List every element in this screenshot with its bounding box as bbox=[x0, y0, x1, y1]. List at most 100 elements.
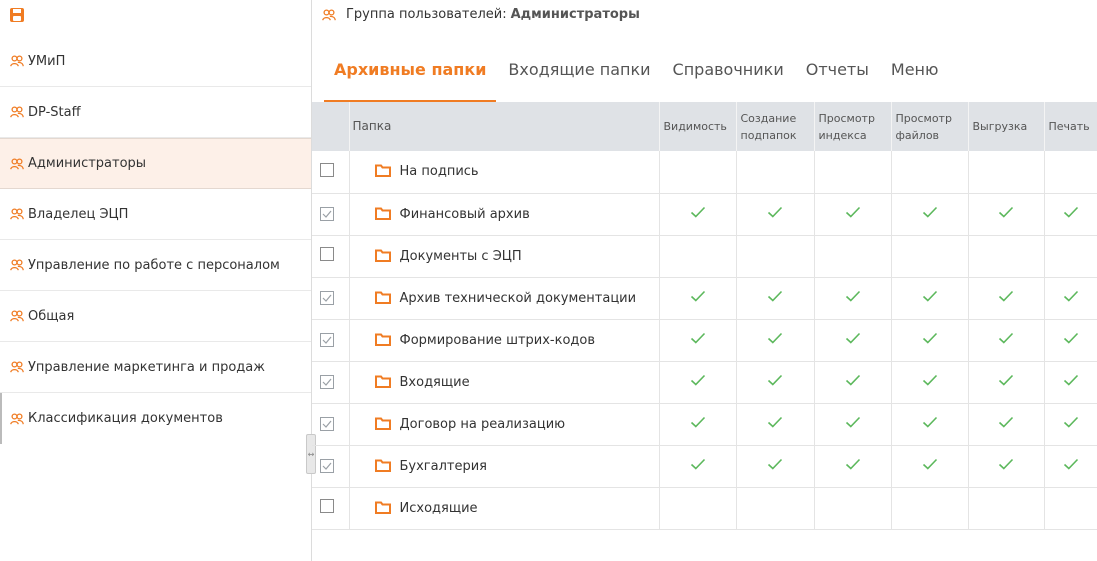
group-item-eds-owner[interactable]: Владелец ЭЦП bbox=[0, 189, 311, 240]
group-item-dp-staff[interactable]: DP-Staff bbox=[0, 87, 311, 138]
permission-cell-create-subfolders[interactable] bbox=[736, 151, 815, 194]
tab-incoming-folders[interactable]: Входящие папки bbox=[508, 58, 650, 102]
column-view-index[interactable]: Просмотр индекса bbox=[814, 102, 892, 151]
table-row[interactable]: Исходящие bbox=[312, 487, 1097, 530]
permission-cell-visibility[interactable] bbox=[659, 445, 737, 488]
permission-cell-export[interactable] bbox=[968, 277, 1045, 320]
permission-cell-export[interactable] bbox=[968, 487, 1045, 530]
permission-cell-create-subfolders[interactable] bbox=[736, 235, 815, 278]
row-checkbox[interactable] bbox=[320, 162, 334, 177]
permission-cell-view-index[interactable] bbox=[814, 193, 892, 236]
permission-cell-export[interactable] bbox=[968, 193, 1045, 236]
group-item-umip[interactable]: УМиП bbox=[0, 36, 311, 87]
permission-cell-print[interactable] bbox=[1044, 277, 1097, 320]
table-row[interactable]: Входящие bbox=[312, 361, 1097, 404]
save-icon[interactable] bbox=[9, 7, 25, 23]
column-export[interactable]: Выгрузка bbox=[968, 102, 1045, 151]
permission-cell-view-index[interactable] bbox=[814, 361, 892, 404]
permission-cell-view-files[interactable] bbox=[891, 319, 969, 362]
permission-cell-print[interactable] bbox=[1044, 319, 1097, 362]
permission-cell-visibility[interactable] bbox=[659, 403, 737, 446]
permission-cell-export[interactable] bbox=[968, 151, 1045, 194]
permission-cell-create-subfolders[interactable] bbox=[736, 487, 815, 530]
tab-archive-folders[interactable]: Архивные папки bbox=[323, 58, 497, 102]
permission-cell-view-index[interactable] bbox=[814, 487, 892, 530]
permission-cell-visibility[interactable] bbox=[659, 277, 737, 320]
permission-cell-create-subfolders[interactable] bbox=[736, 193, 815, 236]
tab-reports[interactable]: Отчеты bbox=[806, 58, 869, 102]
permission-cell-create-subfolders[interactable] bbox=[736, 361, 815, 404]
permission-cell-create-subfolders[interactable] bbox=[736, 403, 815, 446]
permission-cell-export[interactable] bbox=[968, 235, 1045, 278]
permission-cell-print[interactable] bbox=[1044, 235, 1097, 278]
table-row[interactable]: Документы с ЭЦП bbox=[312, 235, 1097, 278]
row-checkbox[interactable] bbox=[320, 290, 334, 305]
column-visibility[interactable]: Видимость bbox=[659, 102, 737, 151]
folder-cell: Формирование штрих-кодов bbox=[349, 319, 660, 362]
table-row[interactable]: Бухгалтерия bbox=[312, 445, 1097, 488]
permission-cell-export[interactable] bbox=[968, 319, 1045, 362]
permission-cell-visibility[interactable] bbox=[659, 193, 737, 236]
permission-cell-print[interactable] bbox=[1044, 445, 1097, 488]
tab-directories[interactable]: Справочники bbox=[673, 58, 784, 102]
permission-cell-visibility[interactable] bbox=[659, 487, 737, 530]
table-row[interactable]: Архив технической документации bbox=[312, 277, 1097, 320]
permission-cell-view-index[interactable] bbox=[814, 445, 892, 488]
permission-cell-visibility[interactable] bbox=[659, 319, 737, 362]
permission-cell-view-files[interactable] bbox=[891, 487, 969, 530]
permission-cell-print[interactable] bbox=[1044, 403, 1097, 446]
table-row[interactable]: Договор на реализацию bbox=[312, 403, 1097, 446]
check-icon bbox=[690, 332, 706, 344]
permission-cell-export[interactable] bbox=[968, 403, 1045, 446]
group-item-label: Классификация документов bbox=[28, 411, 223, 426]
permission-cell-export[interactable] bbox=[968, 445, 1045, 488]
permission-cell-view-index[interactable] bbox=[814, 277, 892, 320]
permission-cell-view-index[interactable] bbox=[814, 235, 892, 278]
permission-cell-view-files[interactable] bbox=[891, 235, 969, 278]
column-create-subfolders[interactable]: Создание подпапок bbox=[736, 102, 815, 151]
permission-cell-print[interactable] bbox=[1044, 487, 1097, 530]
permission-cell-view-files[interactable] bbox=[891, 193, 969, 236]
permission-cell-view-files[interactable] bbox=[891, 361, 969, 404]
permission-cell-view-files[interactable] bbox=[891, 403, 969, 446]
row-select-cell bbox=[312, 445, 350, 488]
group-item-hr[interactable]: Управление по работе с персоналом bbox=[0, 240, 311, 291]
group-item-doc-classification[interactable]: Классификация документов bbox=[0, 393, 311, 444]
permission-cell-view-files[interactable] bbox=[891, 277, 969, 320]
row-select-cell bbox=[312, 277, 350, 320]
row-checkbox[interactable] bbox=[320, 247, 334, 261]
permission-cell-create-subfolders[interactable] bbox=[736, 445, 815, 488]
permission-cell-print[interactable] bbox=[1044, 193, 1097, 236]
permission-cell-view-files[interactable] bbox=[891, 151, 969, 194]
permission-cell-view-index[interactable] bbox=[814, 151, 892, 194]
group-item-general[interactable]: Общая bbox=[0, 291, 311, 342]
permission-cell-print[interactable] bbox=[1044, 151, 1097, 194]
table-row[interactable]: Финансовый архив bbox=[312, 193, 1097, 236]
permission-cell-view-index[interactable] bbox=[814, 319, 892, 362]
permission-cell-view-files[interactable] bbox=[891, 445, 969, 488]
row-checkbox[interactable] bbox=[320, 374, 334, 389]
row-checkbox[interactable] bbox=[320, 499, 334, 513]
row-checkbox[interactable] bbox=[320, 332, 334, 347]
column-view-files[interactable]: Просмотр файлов bbox=[891, 102, 969, 151]
tab-menu[interactable]: Меню bbox=[891, 58, 939, 102]
permission-cell-visibility[interactable] bbox=[659, 361, 737, 404]
permission-cell-create-subfolders[interactable] bbox=[736, 319, 815, 362]
permission-cell-print[interactable] bbox=[1044, 361, 1097, 404]
row-checkbox[interactable] bbox=[320, 206, 334, 221]
column-folder[interactable]: Папка bbox=[349, 102, 660, 151]
table-row[interactable]: Формирование штрих-кодов bbox=[312, 319, 1097, 362]
permission-cell-create-subfolders[interactable] bbox=[736, 277, 815, 320]
permission-cell-view-index[interactable] bbox=[814, 403, 892, 446]
permission-cell-export[interactable] bbox=[968, 361, 1045, 404]
permission-cell-visibility[interactable] bbox=[659, 151, 737, 194]
row-checkbox[interactable] bbox=[320, 458, 334, 473]
permission-cell-visibility[interactable] bbox=[659, 235, 737, 278]
column-print[interactable]: Печать bbox=[1044, 102, 1097, 151]
table-row[interactable]: На подпись bbox=[312, 151, 1097, 194]
check-icon bbox=[922, 458, 938, 470]
group-item-administrators[interactable]: Администраторы bbox=[0, 138, 311, 189]
row-checkbox[interactable] bbox=[320, 416, 334, 431]
column-label-line: Создание bbox=[740, 111, 797, 125]
group-item-marketing[interactable]: Управление маркетинга и продаж bbox=[0, 342, 311, 393]
